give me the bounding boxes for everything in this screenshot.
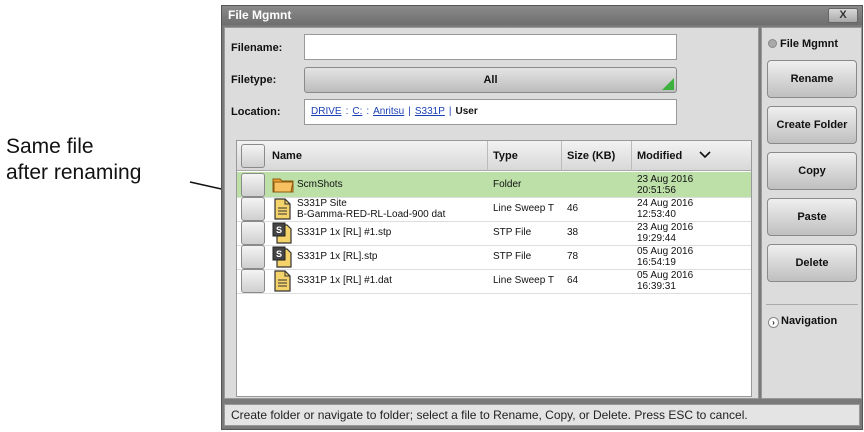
navigation-label: Navigation [781, 315, 838, 327]
row-type: Folder [493, 179, 522, 190]
stp-file-icon: S [272, 222, 294, 244]
row-size: 46 [567, 203, 579, 214]
row-name: S331P 1x [RL] #1.stp [297, 227, 392, 238]
row-size: 64 [567, 275, 579, 286]
row-checkbox[interactable] [241, 245, 265, 269]
location-link-anritsu[interactable]: Anritsu [373, 106, 404, 117]
filetype-select[interactable]: All [304, 67, 677, 93]
main-panel: Filename: Filetype: All Location: DRIVE:… [224, 27, 759, 399]
location-current: User [455, 106, 478, 117]
header-modified[interactable]: Modified [632, 141, 751, 171]
file-mgmt-window: File Mgmnt X Filename: Filetype: All Loc… [221, 5, 863, 430]
row-checkbox[interactable] [241, 197, 265, 221]
row-name: S331P 1x [RL] #1.dat [297, 275, 392, 286]
folder-icon [272, 174, 294, 196]
sidebar-heading-label: File Mgmnt [780, 38, 839, 50]
stp-file-icon: S [272, 246, 294, 268]
chevron-down-icon [699, 151, 711, 159]
table-row[interactable]: S S331P 1x [RL].stp STP File 78 05 Aug 2016 1… [237, 244, 751, 270]
location-link-drive[interactable]: DRIVE [311, 106, 342, 117]
row-type: STP File [493, 227, 532, 238]
table-header: Name Type Size (KB) Modified [237, 141, 751, 171]
row-size: 78 [567, 251, 579, 262]
location-link-c[interactable]: C: [352, 106, 362, 117]
filename-label: Filename: [231, 42, 283, 54]
document-icon [272, 198, 294, 220]
row-modified: 23 Aug 2016 19:29:44 [637, 222, 693, 244]
chevron-right-icon: › [768, 317, 779, 328]
copy-button[interactable]: Copy [767, 152, 857, 190]
close-icon: X [839, 9, 847, 21]
location-breadcrumb: DRIVE: C:: Anritsu | S331P | User [304, 99, 677, 125]
sidebar-divider [766, 304, 858, 305]
row-modified: 23 Aug 2016 20:51:56 [637, 174, 693, 196]
table-row[interactable]: ScmShots Folder 23 Aug 2016 20:51:56 [237, 172, 751, 198]
row-time: 20:51:56 [637, 185, 676, 196]
table-row[interactable]: S331P Site B-Gamma-RED-RL-Load-900 dat Lin… [237, 196, 751, 222]
select-all-checkbox[interactable] [241, 144, 265, 168]
row-name: ScmShots [297, 179, 343, 190]
location-link-s331p[interactable]: S331P [415, 106, 445, 117]
row-type: Line Sweep T [493, 275, 554, 286]
status-bar: Create folder or navigate to folder; sel… [224, 404, 860, 426]
create-folder-button[interactable]: Create Folder [767, 106, 857, 144]
filename-input[interactable] [304, 34, 677, 60]
window-title: File Mgmnt [228, 8, 292, 22]
row-checkbox[interactable] [241, 221, 265, 245]
sidebar-heading: File Mgmnt [768, 38, 838, 50]
row-type: Line Sweep T [493, 203, 554, 214]
row-date: 05 Aug 2016 [637, 246, 694, 257]
row-name: S331P 1x [RL].stp [297, 251, 378, 262]
row-name: S331P Site B-Gamma-RED-RL-Load-900 dat [297, 198, 445, 220]
header-modified-label: Modified [637, 150, 683, 162]
radio-icon [768, 39, 777, 48]
header-size[interactable]: Size (KB) [562, 141, 632, 171]
header-type[interactable]: Type [488, 141, 562, 171]
dropdown-corner-icon [662, 78, 674, 90]
row-name-line-1: S331P Site [297, 198, 347, 209]
row-name-line-2: B-Gamma-RED-RL-Load-900 dat [297, 209, 446, 220]
header-name[interactable]: Name [267, 141, 488, 171]
svg-text:S: S [276, 249, 282, 259]
filetype-label: Filetype: [231, 74, 277, 86]
navigation-toggle[interactable]: › Navigation [768, 315, 837, 328]
row-time: 19:29:44 [637, 233, 676, 244]
row-type: STP File [493, 251, 532, 262]
svg-text:S: S [276, 225, 282, 235]
row-modified: 05 Aug 2016 16:54:19 [637, 246, 693, 268]
row-date: 23 Aug 2016 [637, 174, 694, 185]
location-label: Location: [231, 106, 281, 118]
row-time: 16:39:31 [637, 281, 676, 292]
row-checkbox[interactable] [241, 173, 265, 197]
row-time: 12:53:40 [637, 209, 676, 220]
location-separator: : [345, 106, 349, 117]
filetype-value: All [483, 74, 498, 86]
row-date: 23 Aug 2016 [637, 222, 694, 233]
row-size: 38 [567, 227, 579, 238]
row-date: 24 Aug 2016 [637, 198, 694, 209]
table-row[interactable]: S S331P 1x [RL] #1.stp STP File 38 23 Aug 20… [237, 220, 751, 246]
sidebar: File Mgmnt Rename Create Folder Copy Pas… [761, 27, 862, 399]
table-row[interactable]: S331P 1x [RL] #1.dat Line Sweep T 64 05 Aug… [237, 268, 751, 294]
row-time: 16:54:19 [637, 257, 676, 268]
rename-button[interactable]: Rename [767, 60, 857, 98]
location-separator: : [366, 106, 370, 117]
document-icon [272, 270, 294, 292]
file-table: Name Type Size (KB) Modified ScmShots Fol… [236, 140, 752, 397]
callout-line-2: after renaming [6, 161, 142, 184]
window-titlebar: File Mgmnt X [222, 6, 862, 25]
row-modified: 24 Aug 2016 12:53:40 [637, 198, 693, 220]
callout-line-1: Same file [6, 135, 94, 158]
callout-text: Same file after renaming [6, 134, 141, 186]
row-date: 05 Aug 2016 [637, 270, 694, 281]
paste-button[interactable]: Paste [767, 198, 857, 236]
location-separator: | [448, 106, 452, 117]
row-checkbox[interactable] [241, 269, 265, 293]
close-button[interactable]: X [828, 8, 858, 23]
delete-button[interactable]: Delete [767, 244, 857, 282]
location-separator: | [408, 106, 411, 117]
row-modified: 05 Aug 2016 16:39:31 [637, 270, 693, 292]
